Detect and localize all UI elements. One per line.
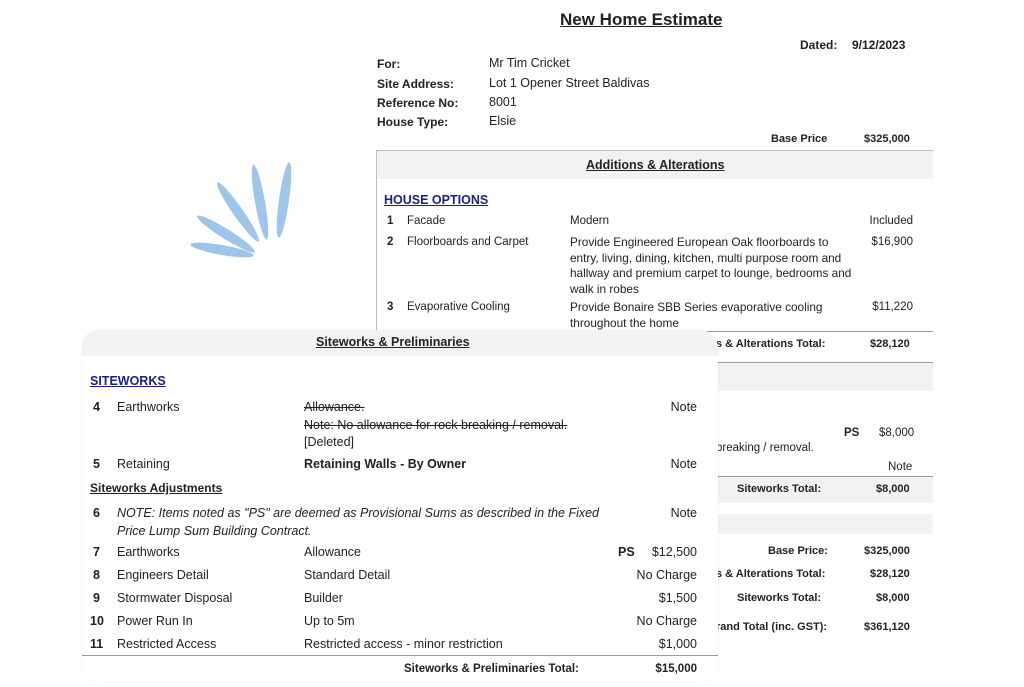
- row-name: Restricted Access: [117, 637, 217, 651]
- siteworks-total-rule: [82, 655, 718, 656]
- dated-label: Dated:: [800, 38, 838, 52]
- base-price-label: Base Price: [771, 133, 828, 145]
- row-price: Note: [670, 457, 697, 471]
- option-name: Evaporative Cooling: [407, 301, 510, 313]
- option-num: 3: [387, 301, 394, 313]
- row-price: $12,500: [651, 545, 697, 559]
- reference-label: Reference No:: [377, 96, 459, 110]
- summary-grand-label: rand Total (inc. GST):: [716, 621, 828, 633]
- row-desc-struck: Allowance.: [304, 400, 365, 414]
- ps-marker: PS: [844, 427, 860, 439]
- partial-text: breaking / removal.: [716, 442, 814, 454]
- summary-grand-value: $361,120: [864, 621, 910, 633]
- for-value: Mr Tim Cricket: [489, 56, 570, 70]
- row-desc: Builder: [304, 591, 343, 605]
- house-type-value: Elsie: [489, 114, 517, 128]
- row-desc: Standard Detail: [304, 568, 391, 582]
- row-num: 6: [93, 506, 100, 520]
- house-options-heading: HOUSE OPTIONS: [384, 193, 489, 207]
- site-address-label: Site Address:: [377, 77, 454, 91]
- row-price: No Charge: [636, 614, 697, 628]
- row-desc: Retaining Walls - By Owner: [304, 457, 467, 471]
- row-num: 7: [93, 545, 100, 559]
- decorative-burst-icon: [190, 162, 292, 258]
- page-title: New Home Estimate: [560, 10, 723, 29]
- house-type-label: House Type:: [377, 115, 449, 129]
- row-price: Note: [670, 400, 697, 414]
- row-price: No Charge: [636, 568, 697, 582]
- for-label: For:: [377, 57, 401, 71]
- back-siteworks-total-label: Siteworks Total:: [737, 483, 822, 495]
- row-desc: Up to 5m: [304, 614, 355, 628]
- row-num: 11: [90, 637, 104, 651]
- option-desc: Provide Engineered European Oak floorboa…: [570, 235, 852, 296]
- reference-value: 8001: [489, 95, 517, 109]
- note-text: Note: [888, 461, 913, 473]
- row-name: Engineers Detail: [117, 568, 209, 582]
- siteworks-section-heading: SITEWORKS: [90, 374, 166, 388]
- row-price: $1,500: [658, 591, 697, 605]
- back-siteworks-total-value: $8,000: [876, 483, 910, 495]
- row-desc: Restricted access - minor restriction: [304, 637, 503, 651]
- row-name: Stormwater Disposal: [117, 591, 233, 605]
- base-price-value: $325,000: [864, 133, 910, 145]
- summary-alterations-label: s & Alterations Total:: [716, 568, 826, 580]
- row-num: 8: [93, 568, 100, 582]
- additions-heading: Additions & Alterations: [586, 158, 725, 172]
- option-desc: Provide Bonaire SBB Series evaporative c…: [570, 300, 823, 330]
- row-num: 9: [93, 591, 100, 605]
- summary-header-band: [716, 514, 933, 534]
- row-num: 5: [93, 457, 100, 471]
- summary-siteworks-value: $8,000: [876, 592, 910, 604]
- row-desc: [Deleted]: [304, 435, 355, 449]
- option-price: $16,900: [871, 236, 913, 248]
- siteworks-total-value: $15,000: [655, 663, 697, 675]
- summary-base-value: $325,000: [864, 545, 910, 557]
- ps-value: $8,000: [879, 427, 915, 439]
- siteworks-card: Siteworks & Preliminaries SITEWORKS 4 Ea…: [82, 330, 718, 682]
- option-name: Facade: [407, 215, 446, 227]
- row-name: Power Run In: [117, 614, 193, 628]
- site-address-value: Lot 1 Opener Street Baldivas: [489, 76, 650, 90]
- row-name: Earthworks: [117, 400, 180, 414]
- summary-base-label: Base Price:: [768, 545, 828, 557]
- option-num: 1: [387, 215, 394, 227]
- adjustments-heading: Siteworks Adjustments: [90, 481, 223, 495]
- row-num: 4: [93, 400, 100, 414]
- row-desc: Allowance: [304, 545, 361, 559]
- option-name: Floorboards and Carpet: [407, 236, 529, 248]
- siteworks-total-label: Siteworks & Preliminaries Total:: [404, 663, 579, 675]
- ps-note: NOTE: Items noted as "PS" are deemed as …: [117, 506, 600, 520]
- additions-total-value: $28,120: [870, 338, 910, 350]
- row-price: Note: [670, 506, 697, 520]
- option-num: 2: [387, 236, 394, 248]
- option-price: Included: [869, 215, 913, 227]
- row-name: Earthworks: [117, 545, 180, 559]
- option-desc: Modern: [570, 215, 609, 227]
- option-price: $11,220: [872, 301, 913, 313]
- siteworks-header-band: [716, 362, 933, 391]
- row-desc-struck: Note: No allowance for rock breaking / r…: [304, 418, 568, 432]
- siteworks-heading: Siteworks & Preliminaries: [316, 335, 470, 349]
- dated-value: 9/12/2023: [852, 38, 906, 52]
- ps-note: Price Lump Sum Building Contract.: [117, 524, 312, 538]
- row-num: 10: [90, 614, 104, 628]
- additions-total-label: s & Alterations Total:: [716, 338, 826, 350]
- row-name: Retaining: [117, 457, 170, 471]
- summary-alterations-value: $28,120: [870, 568, 910, 580]
- row-price: $1,000: [658, 637, 697, 651]
- summary-siteworks-label: Siteworks Total:: [737, 592, 822, 604]
